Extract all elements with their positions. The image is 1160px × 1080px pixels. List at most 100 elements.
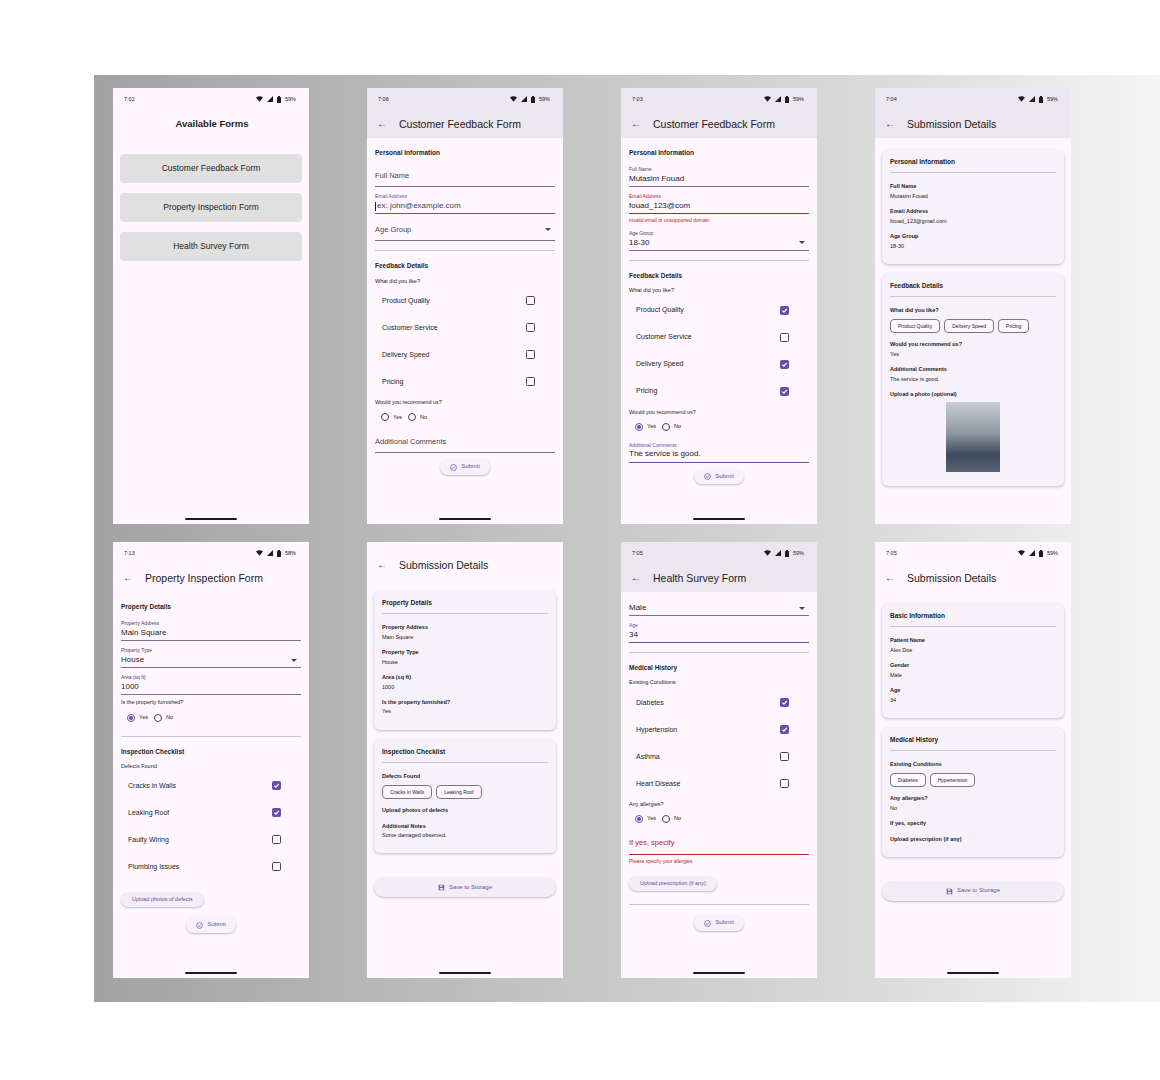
- detail-value: House: [382, 657, 548, 666]
- checkbox[interactable]: [526, 323, 535, 332]
- field-input[interactable]: If yes, specify: [629, 834, 809, 855]
- checkbox-row[interactable]: Delivery Speed: [629, 351, 809, 378]
- checkbox-row[interactable]: Pricing: [375, 368, 555, 395]
- checkbox-row[interactable]: Leaking Roof: [121, 799, 301, 826]
- checkbox-row[interactable]: Plumbing Issues: [121, 853, 301, 880]
- save-button[interactable]: Save to Storage: [374, 877, 556, 897]
- radio-option[interactable]: Yes: [381, 413, 402, 421]
- radio-option[interactable]: Yes: [635, 815, 656, 823]
- gesture-bar[interactable]: [185, 518, 237, 520]
- field-input[interactable]: Age Group: [375, 220, 555, 241]
- radio-button[interactable]: [127, 714, 135, 722]
- checkbox-row[interactable]: Customer Service: [629, 324, 809, 351]
- checkbox-row[interactable]: Diabetes: [629, 689, 809, 716]
- section-heading: Feedback Details: [629, 265, 809, 283]
- checkbox-row[interactable]: Hypertension: [629, 716, 809, 743]
- form-button[interactable]: Property Inspection Form: [120, 193, 302, 222]
- upload-button[interactable]: Upload prescription (if any): [629, 876, 717, 891]
- field-input[interactable]: Male: [629, 602, 809, 616]
- radio-option[interactable]: Yes: [635, 423, 656, 431]
- back-button[interactable]: ←: [631, 573, 641, 583]
- back-button[interactable]: ←: [123, 573, 133, 583]
- checkbox[interactable]: [780, 752, 789, 761]
- dropdown-arrow-icon[interactable]: [799, 241, 805, 244]
- checkbox-row[interactable]: Heart Disease: [629, 770, 809, 797]
- back-button[interactable]: ←: [885, 119, 895, 129]
- radio-button[interactable]: [154, 714, 162, 722]
- dropdown-arrow-icon[interactable]: [545, 228, 551, 231]
- checkbox[interactable]: [780, 333, 789, 342]
- text-field: Additional Comments: [375, 426, 555, 453]
- dropdown-arrow-icon[interactable]: [799, 607, 805, 610]
- radio-option[interactable]: No: [662, 815, 681, 823]
- radio-option[interactable]: No: [662, 423, 681, 431]
- field-value: 18-30: [629, 238, 649, 248]
- field-input[interactable]: Full Name: [375, 166, 555, 187]
- back-button[interactable]: ←: [377, 560, 387, 570]
- gesture-bar[interactable]: [439, 972, 491, 974]
- dropdown-arrow-icon[interactable]: [291, 659, 297, 662]
- save-button[interactable]: Save to Storage: [882, 881, 1064, 901]
- field-input[interactable]: Mutasim Fouad: [629, 173, 809, 187]
- checkbox[interactable]: [272, 862, 281, 871]
- checkbox[interactable]: [272, 808, 281, 817]
- field-input[interactable]: 18-30: [629, 237, 809, 251]
- checkbox[interactable]: [272, 781, 281, 790]
- form-button[interactable]: Health Survey Form: [120, 232, 302, 261]
- checkbox[interactable]: [272, 835, 281, 844]
- field-input[interactable]: The service is good.: [629, 449, 809, 463]
- section-title: Property Details: [121, 603, 171, 610]
- checkbox[interactable]: [780, 306, 789, 315]
- gesture-bar[interactable]: [693, 972, 745, 974]
- checkbox-row[interactable]: Asthma: [629, 743, 809, 770]
- field-input[interactable]: House: [121, 654, 301, 668]
- submit-button[interactable]: Submit: [186, 917, 236, 933]
- gesture-bar[interactable]: [185, 972, 237, 974]
- field-input[interactable]: Main Square: [121, 627, 301, 641]
- question-text: What did you like?: [629, 287, 674, 293]
- submit-button[interactable]: Submit: [440, 459, 490, 475]
- upload-button[interactable]: Upload photos of defects: [121, 892, 204, 907]
- checkbox[interactable]: [526, 350, 535, 359]
- gesture-bar[interactable]: [947, 972, 999, 974]
- radio-button[interactable]: [662, 815, 670, 823]
- checkbox-row[interactable]: Product Quality: [629, 297, 809, 324]
- radio-button[interactable]: [408, 413, 416, 421]
- field-input[interactable]: ex: john@example.com: [375, 200, 555, 214]
- gesture-bar[interactable]: [439, 518, 491, 520]
- back-button[interactable]: ←: [885, 573, 895, 583]
- checkbox-row[interactable]: Pricing: [629, 378, 809, 405]
- checkbox-row[interactable]: Delivery Speed: [375, 341, 555, 368]
- checkbox-row[interactable]: Faulty Wiring: [121, 826, 301, 853]
- radio-button[interactable]: [635, 815, 643, 823]
- checkbox-row[interactable]: Customer Service: [375, 314, 555, 341]
- radio-button[interactable]: [662, 423, 670, 431]
- gesture-bar[interactable]: [693, 518, 745, 520]
- submit-button[interactable]: Submit: [694, 469, 744, 485]
- back-button[interactable]: ←: [631, 119, 641, 129]
- form-button[interactable]: Customer Feedback Form: [120, 154, 302, 183]
- field-input[interactable]: 34: [629, 629, 809, 643]
- radio-option[interactable]: No: [408, 413, 427, 421]
- checkbox[interactable]: [780, 387, 789, 396]
- submit-button[interactable]: Submit: [694, 915, 744, 931]
- field-input[interactable]: fouad_123@com: [629, 200, 809, 214]
- battery-icon: [1039, 96, 1043, 103]
- back-button[interactable]: ←: [377, 119, 387, 129]
- battery-percent: 59%: [793, 96, 804, 103]
- checkbox[interactable]: [780, 360, 789, 369]
- detail-value: No: [890, 803, 1056, 812]
- checkbox[interactable]: [780, 698, 789, 707]
- checkbox[interactable]: [780, 779, 789, 788]
- radio-button[interactable]: [381, 413, 389, 421]
- checkbox-row[interactable]: Cracks in Walls: [121, 772, 301, 799]
- field-input[interactable]: Additional Comments: [375, 432, 555, 453]
- radio-option[interactable]: Yes: [127, 714, 148, 722]
- checkbox[interactable]: [526, 296, 535, 305]
- checkbox[interactable]: [780, 725, 789, 734]
- radio-button[interactable]: [635, 423, 643, 431]
- field-input[interactable]: 1000: [121, 681, 301, 695]
- checkbox-row[interactable]: Product Quality: [375, 287, 555, 314]
- radio-option[interactable]: No: [154, 714, 173, 722]
- checkbox[interactable]: [526, 377, 535, 386]
